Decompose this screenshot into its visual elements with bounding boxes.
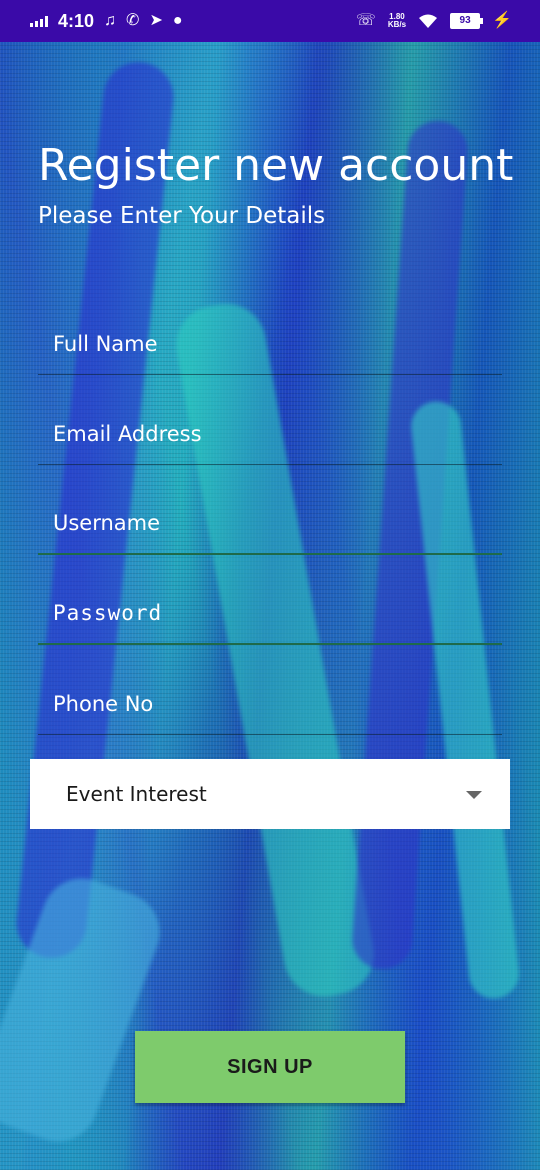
wifi-calling-icon: ☏ <box>355 12 376 29</box>
phone-field <box>38 678 502 735</box>
charging-icon: ⚡ <box>492 12 512 29</box>
email-field <box>38 408 502 465</box>
status-bar-left: 4:10 ♫ ✆ ➤ ● <box>30 11 183 32</box>
sign-up-button[interactable]: SIGN UP <box>135 1031 405 1103</box>
telegram-icon: ➤ <box>149 12 163 29</box>
whatsapp-icon: ✆ <box>126 12 140 29</box>
password-field <box>38 587 502 645</box>
signal-icon <box>30 15 48 27</box>
event-interest-dropdown[interactable]: Event Interest <box>30 759 510 829</box>
dropdown-arrow-icon <box>466 791 482 799</box>
username-field <box>38 497 502 555</box>
network-speed: 1.80 KB/s <box>388 13 406 29</box>
page-subtitle: Please Enter Your Details <box>38 203 326 229</box>
message-icon: ● <box>172 12 183 29</box>
email-input[interactable] <box>53 422 483 446</box>
status-bar-right: ☏ 1.80 KB/s 93 ⚡ <box>356 0 512 42</box>
password-input[interactable] <box>53 601 483 625</box>
page-title: Register new account <box>38 140 514 191</box>
speed-unit: KB/s <box>387 20 407 29</box>
wifi-icon <box>419 14 438 28</box>
full-name-field <box>38 318 502 375</box>
phone-input[interactable] <box>53 692 483 716</box>
music-note-icon: ♫ <box>104 12 117 29</box>
event-interest-label: Event Interest <box>66 782 207 806</box>
username-input[interactable] <box>53 511 483 535</box>
status-bar: 4:10 ♫ ✆ ➤ ● ☏ 1.80 KB/s 93 ⚡ <box>0 0 540 42</box>
battery-icon: 93 <box>450 13 484 29</box>
full-name-input[interactable] <box>53 332 483 356</box>
status-time: 4:10 <box>58 10 95 31</box>
